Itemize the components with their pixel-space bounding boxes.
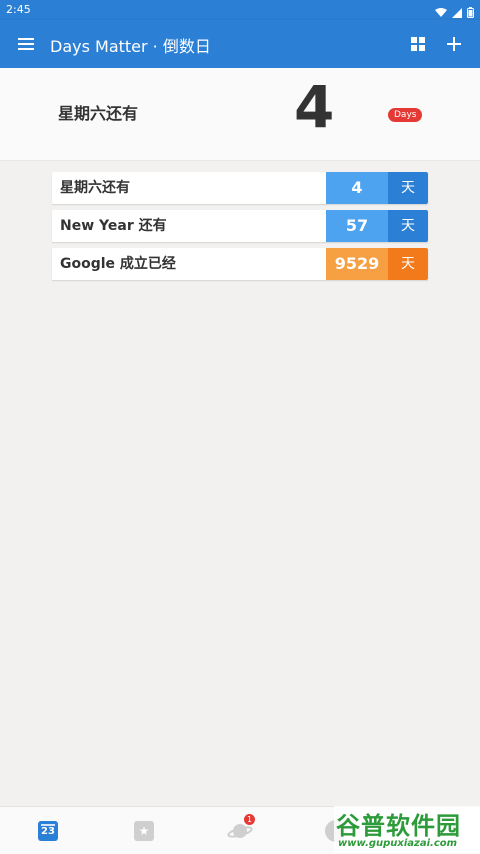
event-list: 星期六还有 4 天 New Year 还有 57 天 Google 成立已经 9… xyxy=(52,172,428,286)
status-time: 2:45 xyxy=(6,3,31,16)
event-name: Google 成立已经 xyxy=(52,248,326,280)
event-days: 57 xyxy=(326,210,388,242)
planet-icon: 1 xyxy=(227,813,255,842)
event-unit: 天 xyxy=(388,172,428,204)
event-unit: 天 xyxy=(388,248,428,280)
tab-calendar[interactable]: 23 xyxy=(0,807,96,854)
app-bar: Days Matter · 倒数日 xyxy=(0,20,480,68)
event-name: New Year 还有 xyxy=(52,210,326,242)
days-badge: Days xyxy=(388,108,423,122)
app-title: Days Matter · 倒数日 xyxy=(50,37,211,56)
status-bar: 2:45 xyxy=(0,0,480,20)
grid-view-icon[interactable] xyxy=(404,30,432,58)
watermark: 谷普软件园 www.gupuxiazai.com xyxy=(334,806,480,853)
featured-event[interactable]: 星期六还有 4 Days xyxy=(0,68,480,161)
notification-badge: 1 xyxy=(244,813,255,825)
event-unit: 天 xyxy=(388,210,428,242)
event-row-saturday[interactable]: 星期六还有 4 天 xyxy=(52,172,428,204)
tab-favorites[interactable]: ★ xyxy=(96,807,192,854)
watermark-text: 谷普软件园 xyxy=(336,812,461,840)
event-name: 星期六还有 xyxy=(52,172,326,204)
event-row-google[interactable]: Google 成立已经 9529 天 xyxy=(52,248,428,280)
featured-event-label: 星期六还有 xyxy=(58,104,139,123)
calendar-icon: 23 xyxy=(38,820,58,841)
featured-event-days: 4 xyxy=(294,73,335,141)
event-days: 9529 xyxy=(326,248,388,280)
tab-discover[interactable]: 1 xyxy=(192,807,288,854)
event-days: 4 xyxy=(326,172,388,204)
star-list-icon: ★ xyxy=(134,820,154,841)
add-icon[interactable] xyxy=(440,30,468,58)
menu-icon[interactable] xyxy=(12,30,40,58)
event-row-new-year[interactable]: New Year 还有 57 天 xyxy=(52,210,428,242)
watermark-url: www.gupuxiazai.com xyxy=(338,838,458,849)
